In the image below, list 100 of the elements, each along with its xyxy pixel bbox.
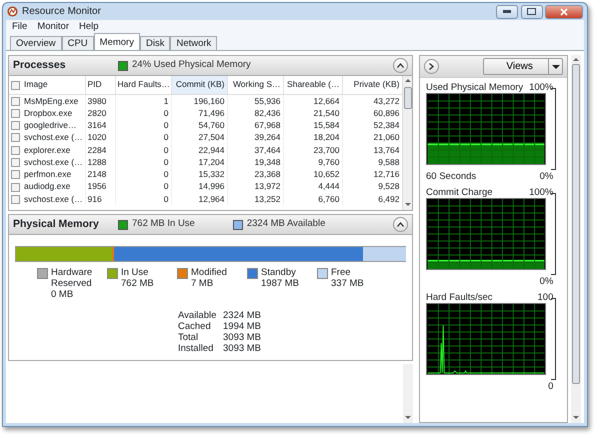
- tab[interactable]: Network: [170, 36, 218, 50]
- tab[interactable]: Overview: [10, 36, 62, 50]
- table-cell: 21,540: [314, 108, 340, 118]
- column-header[interactable]: Commit (KB): [171, 76, 227, 94]
- table-cell: svchost.exe (…: [24, 156, 83, 167]
- minimize-button[interactable]: [496, 4, 518, 18]
- scroll-thumb[interactable]: [404, 87, 412, 110]
- table-cell: svchost.exe (…: [24, 132, 83, 142]
- scrollbar[interactable]: [402, 76, 412, 210]
- views-button[interactable]: Views: [483, 58, 564, 75]
- panel-title: Physical Memory: [13, 216, 100, 232]
- table-cell: 60,896: [374, 108, 400, 118]
- scroll-up-icon[interactable]: [404, 78, 410, 82]
- column-header[interactable]: Shareable (…: [283, 76, 342, 94]
- tab[interactable]: CPU: [62, 36, 94, 50]
- column-header[interactable]: Image: [9, 76, 85, 94]
- table-cell: 9,588: [378, 156, 400, 167]
- memory-summary: 2324 MB Available: [246, 217, 326, 232]
- table-cell: 1020: [88, 132, 106, 142]
- menu-item[interactable]: File: [12, 20, 28, 34]
- time-label: 60 Seconds: [426, 171, 476, 182]
- table-cell: 196,160: [194, 96, 224, 106]
- table-cell: 22,944: [198, 144, 224, 155]
- window-title: Resource Monitor: [22, 5, 101, 19]
- legend-label: Hardware Reserved: [51, 267, 94, 289]
- stat-value: 2324 MB: [223, 310, 262, 321]
- scroll-down-icon[interactable]: [404, 203, 410, 207]
- row-checkbox[interactable]: [11, 170, 20, 180]
- column-header[interactable]: Hard Faults…: [115, 76, 171, 94]
- close-button[interactable]: [545, 4, 583, 18]
- menu-item[interactable]: Help: [79, 20, 99, 34]
- close-icon: [560, 8, 568, 16]
- column-header[interactable]: PID: [85, 76, 115, 94]
- scroll-thumb[interactable]: [572, 64, 580, 384]
- row-checkbox[interactable]: [11, 158, 20, 168]
- app-icon: [7, 6, 18, 17]
- scrollbar[interactable]: [403, 364, 413, 423]
- table-cell: 43,272: [374, 96, 400, 106]
- table-cell: 13,972: [254, 181, 280, 192]
- table-cell: 0: [164, 144, 168, 155]
- table-cell: 15,584: [314, 120, 340, 130]
- table-cell: 9,528: [378, 181, 400, 192]
- table-cell: 9,760: [318, 156, 340, 167]
- table-cell: 19,348: [254, 156, 280, 167]
- table-cell: 13,252: [254, 194, 280, 204]
- legend-label: In Use: [121, 267, 150, 278]
- row-checkbox[interactable]: [11, 146, 20, 155]
- table-cell: 14,996: [198, 181, 224, 192]
- stat-label: Available: [178, 310, 218, 321]
- table-cell: 0: [164, 194, 168, 204]
- table-cell: 0: [164, 181, 168, 192]
- scale-label: 0: [548, 381, 554, 392]
- stat-label: Installed: [178, 343, 214, 354]
- scale-label: 100%: [529, 82, 554, 93]
- row-checkbox[interactable]: [11, 194, 20, 204]
- table-cell: 82,436: [254, 108, 280, 118]
- row-checkbox[interactable]: [11, 108, 20, 118]
- stat-label: Total: [178, 332, 200, 343]
- row-checkbox[interactable]: [11, 182, 20, 192]
- table-cell: svchost.exe (…: [24, 194, 83, 204]
- table-cell: 39,264: [254, 132, 280, 142]
- table-cell: 12,664: [314, 96, 340, 106]
- stat-value: 3093 MB: [223, 332, 262, 343]
- scroll-up-icon[interactable]: [573, 57, 580, 62]
- expand-button[interactable]: [424, 59, 439, 74]
- collapse-button[interactable]: [393, 58, 408, 73]
- legend-value: 1987 MB: [261, 278, 300, 289]
- table-cell: 2148: [88, 169, 106, 180]
- row-checkbox[interactable]: [11, 133, 20, 142]
- table-cell: 916: [88, 194, 102, 204]
- minimize-icon: [503, 10, 512, 13]
- table-cell: Dropbox.exe: [24, 108, 72, 118]
- checkbox[interactable]: [11, 80, 20, 90]
- table-cell: 13,764: [374, 144, 400, 155]
- menu-item[interactable]: Monitor: [37, 20, 69, 34]
- table-cell: MsMpEng.exe: [24, 96, 78, 106]
- row-checkbox[interactable]: [11, 121, 20, 130]
- graph-title: Commit Charge: [426, 187, 493, 198]
- column-header[interactable]: Working S…: [227, 76, 283, 94]
- scrollbar[interactable]: [571, 55, 581, 423]
- scroll-down-icon[interactable]: [573, 416, 580, 420]
- collapse-button[interactable]: [393, 217, 408, 232]
- table-cell: 3164: [88, 120, 106, 130]
- panel-title: Processes: [13, 58, 67, 73]
- scroll-down-icon[interactable]: [405, 416, 411, 420]
- table-cell: 12,964: [198, 194, 224, 204]
- tab[interactable]: Memory: [94, 33, 140, 50]
- maximize-button[interactable]: [520, 4, 543, 18]
- table-cell: 6,760: [318, 194, 340, 204]
- chevron-up-icon: [397, 63, 404, 68]
- legend-value: 0 MB: [51, 289, 74, 300]
- tab[interactable]: Disk: [140, 36, 170, 50]
- row-checkbox[interactable]: [11, 96, 20, 106]
- table-cell: 0: [164, 132, 168, 142]
- table-cell: googledrive…: [24, 120, 76, 130]
- legend-label: Standby: [261, 267, 297, 278]
- table-cell: perfmon.exe: [24, 169, 72, 180]
- scale-label: 100%: [529, 187, 554, 198]
- table-cell: 10,652: [314, 169, 340, 180]
- stat-value: 1994 MB: [223, 321, 262, 332]
